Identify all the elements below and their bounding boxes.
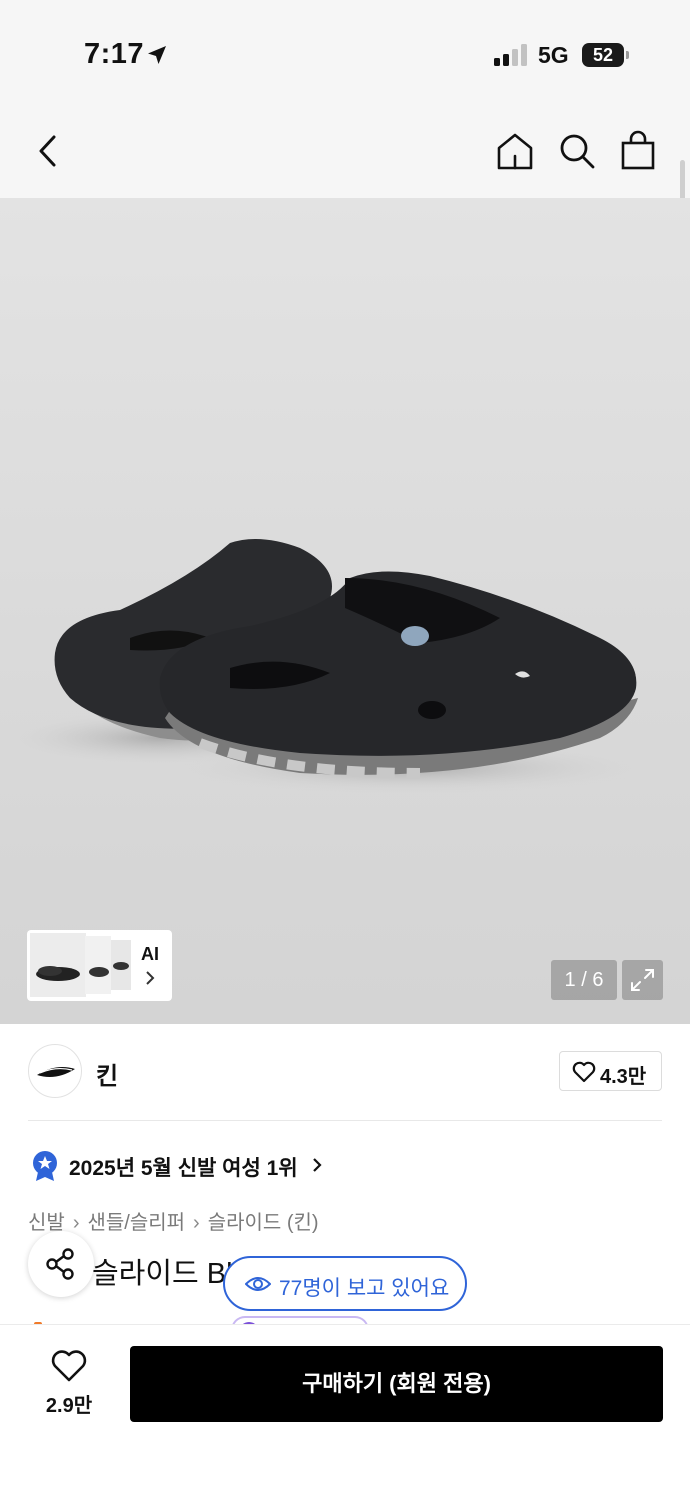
bottom-action-bar: 2.9만 구매하기 (회원 전용) bbox=[0, 1324, 690, 1500]
chevron-right-icon bbox=[146, 971, 155, 985]
status-bar: 7:17 5G 52 bbox=[0, 0, 690, 100]
expand-icon bbox=[631, 969, 654, 991]
buy-button[interactable]: 구매하기 (회원 전용) bbox=[130, 1346, 663, 1422]
search-icon[interactable] bbox=[558, 132, 596, 170]
ai-thumbnail-card[interactable]: AI bbox=[27, 930, 172, 1001]
viewers-text: 77명이 보고 있어요 bbox=[279, 1277, 450, 1300]
thumbnail-image bbox=[111, 940, 131, 990]
share-button[interactable] bbox=[28, 1231, 94, 1297]
wishlist-button[interactable]: 2.9만 bbox=[38, 1349, 100, 1419]
shopping-bag-icon[interactable] bbox=[620, 130, 656, 170]
image-counter: 1 / 6 bbox=[551, 960, 617, 1000]
breadcrumb-item[interactable]: 샌들/슬리퍼 bbox=[87, 1212, 185, 1234]
divider bbox=[28, 1120, 662, 1121]
cellular-signal-icon bbox=[494, 44, 527, 66]
top-navigation bbox=[0, 100, 690, 198]
thumbnail-image bbox=[30, 933, 86, 997]
chevron-right-icon: › bbox=[193, 1212, 200, 1234]
chevron-right-icon[interactable] bbox=[312, 1157, 322, 1173]
wishlist-count: 2.9만 bbox=[45, 1395, 93, 1417]
battery-nub bbox=[626, 51, 629, 59]
heart-icon bbox=[51, 1350, 87, 1382]
ai-label: AI bbox=[141, 944, 159, 964]
viewers-badge: 77명이 보고 있어요 bbox=[223, 1256, 467, 1311]
product-image[interactable] bbox=[0, 198, 690, 1024]
location-arrow-icon bbox=[148, 46, 166, 64]
heart-icon bbox=[572, 1061, 596, 1083]
brand-like-button[interactable]: 4.3만 bbox=[559, 1051, 662, 1091]
breadcrumb: 신발 › 샌들/슬리퍼 › 슬라이드 (킨) bbox=[28, 1206, 319, 1235]
breadcrumb-item[interactable]: 슬라이드 (킨) bbox=[208, 1212, 319, 1234]
brand-logo[interactable] bbox=[28, 1044, 82, 1098]
home-icon[interactable] bbox=[496, 132, 534, 170]
battery-icon: 52 bbox=[582, 43, 624, 67]
share-icon bbox=[46, 1248, 74, 1280]
product-title: 슬라이드 Bl bbox=[92, 1258, 232, 1290]
back-icon[interactable] bbox=[36, 134, 60, 168]
brand-name[interactable]: 킨 bbox=[96, 1056, 118, 1091]
ranking-badge-icon bbox=[33, 1151, 57, 1181]
expand-button[interactable] bbox=[622, 960, 663, 1000]
network-type: 5G bbox=[538, 42, 569, 68]
eye-icon bbox=[245, 1277, 271, 1291]
status-time: 7:17 bbox=[84, 38, 145, 70]
thumbnail-image bbox=[85, 936, 111, 994]
black-slide-sandals-image bbox=[0, 539, 650, 794]
brand-like-count: 4.3만 bbox=[600, 1066, 647, 1088]
chevron-right-icon: › bbox=[72, 1212, 80, 1234]
ranking-text[interactable]: 2025년 5월 신발 여성 1위 bbox=[69, 1152, 298, 1182]
